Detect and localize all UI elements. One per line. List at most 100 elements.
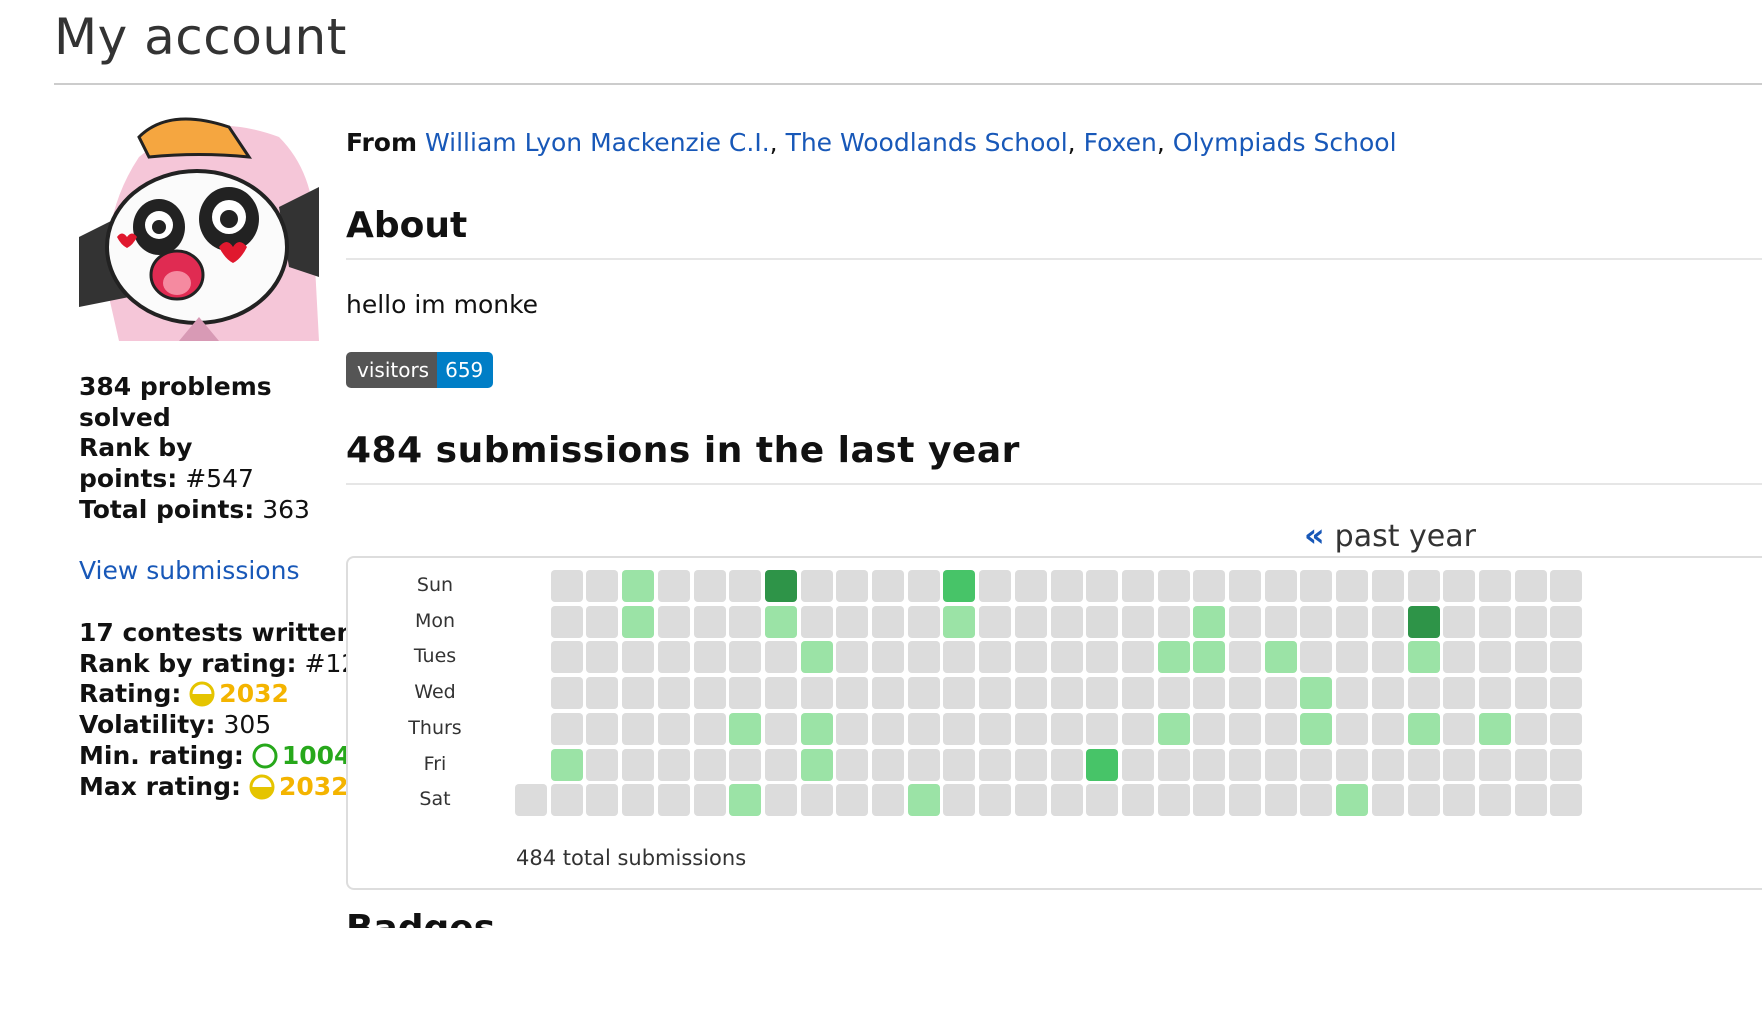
heatmap-cell[interactable] xyxy=(836,570,869,602)
heatmap-cell[interactable] xyxy=(657,570,690,602)
heatmap-cell[interactable] xyxy=(1300,748,1333,781)
school-link[interactable]: Olympiads School xyxy=(1173,128,1397,157)
heatmap-cell[interactable] xyxy=(1050,570,1083,602)
heatmap-cell[interactable] xyxy=(657,712,690,745)
heatmap-cell[interactable] xyxy=(1264,748,1297,781)
heatmap-cell[interactable] xyxy=(1371,677,1404,710)
heatmap-cell[interactable] xyxy=(1550,677,1583,710)
past-year-toggle[interactable]: « past year xyxy=(1304,516,1476,554)
heatmap-cell[interactable] xyxy=(1514,677,1547,710)
heatmap-cell[interactable] xyxy=(550,748,583,781)
heatmap-cell[interactable] xyxy=(729,570,762,602)
heatmap-cell[interactable] xyxy=(1550,748,1583,781)
heatmap-cell[interactable] xyxy=(1336,748,1369,781)
heatmap-cell[interactable] xyxy=(1264,677,1297,710)
heatmap-cell[interactable] xyxy=(800,605,833,638)
heatmap-cell[interactable] xyxy=(1086,712,1119,745)
heatmap-cell[interactable] xyxy=(1193,677,1226,710)
heatmap-cell[interactable] xyxy=(907,784,940,817)
school-link[interactable]: William Lyon Mackenzie C.I. xyxy=(425,128,770,157)
heatmap-cell[interactable] xyxy=(1050,641,1083,674)
heatmap-cell[interactable] xyxy=(1371,641,1404,674)
heatmap-cell[interactable] xyxy=(1336,641,1369,674)
heatmap-cell[interactable] xyxy=(800,748,833,781)
heatmap-cell[interactable] xyxy=(515,784,547,817)
heatmap-cell[interactable] xyxy=(907,641,940,674)
heatmap-cell[interactable] xyxy=(836,712,869,745)
heatmap-cell[interactable] xyxy=(1193,605,1226,638)
heatmap-cell[interactable] xyxy=(979,605,1012,638)
heatmap-cell[interactable] xyxy=(729,641,762,674)
heatmap-cell[interactable] xyxy=(1157,784,1190,817)
heatmap-cell[interactable] xyxy=(943,784,976,817)
heatmap-cell[interactable] xyxy=(1193,712,1226,745)
view-submissions-link[interactable]: View submissions xyxy=(79,556,299,585)
heatmap-cell[interactable] xyxy=(1550,570,1583,602)
heatmap-cell[interactable] xyxy=(657,677,690,710)
heatmap-cell[interactable] xyxy=(1014,677,1047,710)
heatmap-cell[interactable] xyxy=(622,712,655,745)
heatmap-cell[interactable] xyxy=(1514,570,1547,602)
heatmap-cell[interactable] xyxy=(1229,641,1261,674)
heatmap-cell[interactable] xyxy=(1300,677,1333,710)
heatmap-cell[interactable] xyxy=(586,748,619,781)
heatmap-cell[interactable] xyxy=(1371,605,1404,638)
heatmap-cell[interactable] xyxy=(907,605,940,638)
heatmap-cell[interactable] xyxy=(1157,605,1190,638)
heatmap-cell[interactable] xyxy=(800,784,833,817)
heatmap-cell[interactable] xyxy=(693,570,726,602)
heatmap-cell[interactable] xyxy=(1407,712,1440,745)
heatmap-cell[interactable] xyxy=(1014,605,1047,638)
heatmap-cell[interactable] xyxy=(1407,570,1440,602)
heatmap-cell[interactable] xyxy=(1443,784,1476,817)
heatmap-cell[interactable] xyxy=(1336,712,1369,745)
heatmap-cell[interactable] xyxy=(1300,784,1333,817)
heatmap-cell[interactable] xyxy=(872,641,904,674)
heatmap-cell[interactable] xyxy=(836,605,869,638)
double-chevron-left-icon[interactable]: « xyxy=(1304,516,1325,554)
heatmap-cell[interactable] xyxy=(550,712,583,745)
heatmap-cell[interactable] xyxy=(1014,748,1047,781)
heatmap-cell[interactable] xyxy=(1407,784,1440,817)
heatmap-cell[interactable] xyxy=(693,784,726,817)
heatmap-cell[interactable] xyxy=(1050,784,1083,817)
heatmap-cell[interactable] xyxy=(764,570,797,602)
heatmap-cell[interactable] xyxy=(1157,748,1190,781)
heatmap-cell[interactable] xyxy=(622,570,655,602)
heatmap-cell[interactable] xyxy=(1478,784,1511,817)
heatmap-cell[interactable] xyxy=(1478,748,1511,781)
heatmap-cell[interactable] xyxy=(1157,712,1190,745)
heatmap-cell[interactable] xyxy=(800,641,833,674)
heatmap-cell[interactable] xyxy=(800,677,833,710)
heatmap-cell[interactable] xyxy=(657,641,690,674)
heatmap-cell[interactable] xyxy=(943,570,976,602)
heatmap-cell[interactable] xyxy=(979,641,1012,674)
heatmap-cell[interactable] xyxy=(1300,641,1333,674)
heatmap-cell[interactable] xyxy=(1514,712,1547,745)
heatmap-cell[interactable] xyxy=(1086,570,1119,602)
heatmap-cell[interactable] xyxy=(1300,712,1333,745)
heatmap-cell[interactable] xyxy=(1014,641,1047,674)
heatmap-cell[interactable] xyxy=(1371,570,1404,602)
heatmap-cell[interactable] xyxy=(764,712,797,745)
heatmap-cell[interactable] xyxy=(979,570,1012,602)
school-link[interactable]: The Woodlands School xyxy=(786,128,1068,157)
heatmap-cell[interactable] xyxy=(800,712,833,745)
heatmap-cell[interactable] xyxy=(586,605,619,638)
heatmap-cell[interactable] xyxy=(1086,748,1119,781)
heatmap-cell[interactable] xyxy=(943,748,976,781)
heatmap-cell[interactable] xyxy=(764,784,797,817)
heatmap-cell[interactable] xyxy=(657,748,690,781)
heatmap-cell[interactable] xyxy=(1371,712,1404,745)
heatmap-cell[interactable] xyxy=(943,605,976,638)
heatmap-cell[interactable] xyxy=(1443,712,1476,745)
heatmap-cell[interactable] xyxy=(693,748,726,781)
heatmap-cell[interactable] xyxy=(1300,570,1333,602)
heatmap-cell[interactable] xyxy=(1264,605,1297,638)
heatmap-cell[interactable] xyxy=(943,677,976,710)
heatmap-cell[interactable] xyxy=(1193,784,1226,817)
heatmap-cell[interactable] xyxy=(1014,784,1047,817)
heatmap-cell[interactable] xyxy=(1121,605,1154,638)
heatmap-cell[interactable] xyxy=(586,712,619,745)
school-link[interactable]: Foxen xyxy=(1084,128,1157,157)
